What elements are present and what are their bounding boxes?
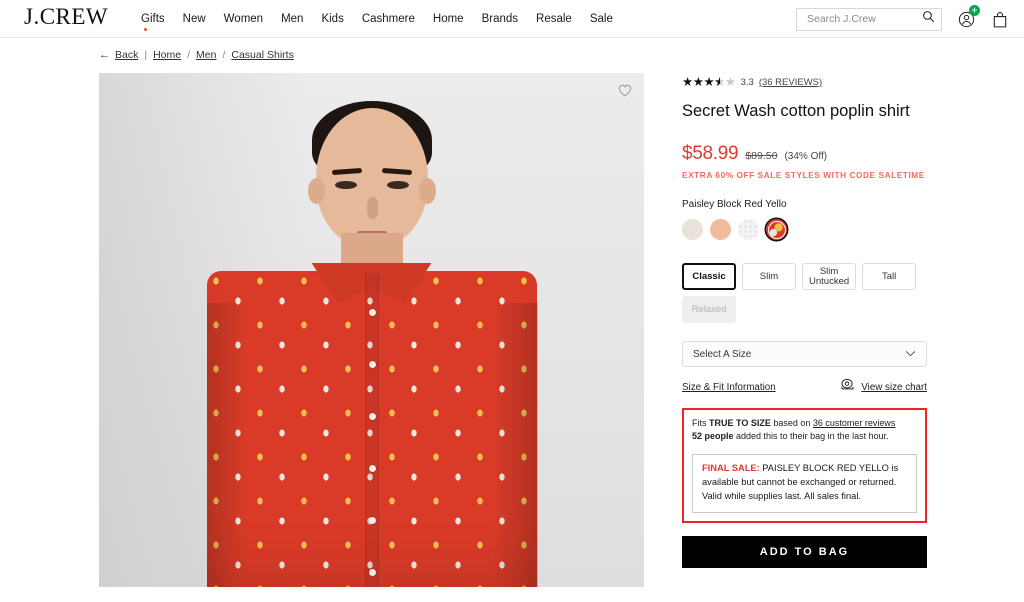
nav-item-kids[interactable]: Kids bbox=[320, 11, 344, 27]
shirt-button bbox=[368, 361, 376, 368]
add-to-bag-button[interactable]: ADD TO BAG bbox=[682, 536, 927, 569]
account-badge: + bbox=[969, 5, 980, 16]
nav-item-home[interactable]: Home bbox=[432, 11, 465, 27]
wishlist-heart-icon[interactable] bbox=[616, 81, 634, 99]
star-filled: ★ bbox=[682, 75, 693, 89]
final-sale-label: FINAL SALE: bbox=[702, 463, 760, 474]
nav-item-gifts[interactable]: Gifts bbox=[140, 11, 166, 31]
main-navigation: Gifts New Women Men Kids Cashmere Home B… bbox=[140, 0, 614, 38]
nav-item-resale[interactable]: Resale bbox=[535, 11, 573, 27]
promo-banner-text: EXTRA 60% OFF SALE STYLES WITH CODE SALE… bbox=[682, 170, 925, 181]
size-links-row: Size & Fit Information View size chart bbox=[682, 378, 927, 396]
product-photo bbox=[99, 73, 644, 587]
shirt-button bbox=[368, 413, 376, 420]
fit-option-tall[interactable]: Tall bbox=[862, 263, 917, 291]
shirt-shadow-right bbox=[491, 303, 538, 587]
model-eye-right bbox=[386, 181, 409, 189]
nav-item-new[interactable]: New bbox=[182, 11, 207, 27]
jcrew-logo[interactable]: J.CREW bbox=[24, 5, 108, 28]
urgency-count: 52 people bbox=[692, 431, 734, 442]
discount-percent: (34% Off) bbox=[784, 151, 828, 163]
size-fit-information-link[interactable]: Size & Fit Information bbox=[682, 382, 776, 393]
tape-measure-icon bbox=[839, 378, 856, 396]
chevron-down-icon bbox=[905, 349, 916, 360]
fit-note-middle: based on bbox=[770, 418, 813, 429]
color-swatch-list bbox=[682, 219, 927, 241]
rating-row: ★ ★ ★ ★★ ★ 3.3 (36 REVIEWS) bbox=[682, 76, 927, 89]
product-image-gallery[interactable] bbox=[99, 73, 644, 587]
model-nose bbox=[366, 197, 378, 219]
search-box[interactable] bbox=[796, 7, 942, 31]
search-icon[interactable] bbox=[922, 10, 935, 28]
color-swatch-cream[interactable] bbox=[682, 219, 703, 241]
breadcrumb-back[interactable]: Back bbox=[115, 49, 138, 61]
star-half: ★★ bbox=[714, 75, 725, 89]
shirt-button bbox=[368, 569, 376, 576]
shopping-bag-button[interactable] bbox=[990, 9, 1010, 29]
nav-item-cashmere[interactable]: Cashmere bbox=[361, 11, 416, 27]
size-select-label: Select A Size bbox=[693, 348, 752, 360]
star-empty: ★ bbox=[724, 75, 736, 89]
current-price: $58.99 bbox=[682, 143, 739, 165]
customer-reviews-link[interactable]: 36 customer reviews bbox=[813, 418, 896, 428]
model-head bbox=[315, 108, 428, 248]
nav-item-women[interactable]: Women bbox=[223, 11, 264, 27]
star-filled: ★ bbox=[703, 75, 715, 89]
fit-options-row: Classic Slim Slim Untucked Tall bbox=[682, 263, 927, 291]
fit-option-slim-untucked[interactable]: Slim Untucked bbox=[802, 263, 857, 291]
view-size-chart-label: View size chart bbox=[861, 381, 927, 393]
shirt-shadow-left bbox=[206, 303, 247, 587]
color-swatch-white-dot[interactable] bbox=[738, 219, 759, 241]
final-sale-notice: FINAL SALE: PAISLEY BLOCK RED YELLO is a… bbox=[692, 454, 917, 514]
page-title: Secret Wash cotton poplin shirt bbox=[682, 101, 910, 120]
price-row: $58.99 $89.50 (34% Off) bbox=[682, 143, 927, 165]
site-header: J.CREW Gifts New Women Men Kids Cashmere… bbox=[0, 0, 1024, 38]
fit-option-relaxed: Relaxed bbox=[682, 296, 736, 324]
shirt-button bbox=[368, 465, 376, 472]
size-select-dropdown[interactable]: Select A Size bbox=[682, 341, 927, 368]
breadcrumb-item-men[interactable]: Men bbox=[196, 49, 216, 61]
shirt-placket bbox=[364, 273, 379, 587]
color-swatch-peach[interactable] bbox=[710, 219, 731, 241]
breadcrumb-separator: / bbox=[222, 49, 226, 61]
original-price: $89.50 bbox=[745, 150, 778, 163]
breadcrumb: ← Back | Home / Men / Casual Shirts bbox=[0, 38, 1024, 61]
account-button[interactable]: + bbox=[956, 5, 980, 29]
urgency-note: 52 people added this to their bag in the… bbox=[692, 430, 917, 443]
nav-label: Gifts bbox=[141, 13, 165, 25]
fit-and-sale-alert-box: Fits TRUE TO SIZE based on 36 customer r… bbox=[682, 408, 927, 524]
fit-note-emphasis: TRUE TO SIZE bbox=[709, 418, 771, 429]
search-input[interactable] bbox=[805, 12, 922, 26]
fit-feedback-note: Fits TRUE TO SIZE based on 36 customer r… bbox=[692, 417, 917, 430]
model-ear-left bbox=[307, 178, 325, 204]
fit-option-classic[interactable]: Classic bbox=[682, 263, 736, 291]
nav-item-sale[interactable]: Sale bbox=[589, 11, 614, 27]
star-filled: ★ bbox=[692, 75, 704, 89]
rating-value: 3.3 bbox=[740, 76, 754, 88]
header-actions: + bbox=[796, 0, 1010, 38]
shirt-button bbox=[368, 517, 376, 524]
breadcrumb-divider: | bbox=[144, 49, 148, 61]
breadcrumb-item-home[interactable]: Home bbox=[153, 49, 181, 61]
model-eye-left bbox=[334, 181, 357, 189]
breadcrumb-separator: / bbox=[187, 49, 191, 61]
star-rating: ★ ★ ★ ★★ ★ bbox=[682, 76, 736, 89]
fit-option-slim[interactable]: Slim bbox=[742, 263, 796, 291]
selected-color-name: Paisley Block Red Yello bbox=[682, 199, 787, 211]
nav-item-men[interactable]: Men bbox=[280, 11, 304, 27]
new-indicator-dot bbox=[144, 28, 147, 31]
nav-item-brands[interactable]: Brands bbox=[481, 11, 519, 27]
view-size-chart-button[interactable]: View size chart bbox=[839, 378, 927, 396]
product-page-main: ★ ★ ★ ★★ ★ 3.3 (36 REVIEWS) Secret Wash … bbox=[0, 61, 1024, 587]
product-info-panel: ★ ★ ★ ★★ ★ 3.3 (36 REVIEWS) Secret Wash … bbox=[682, 73, 927, 587]
breadcrumb-item-casual-shirts[interactable]: Casual Shirts bbox=[231, 49, 293, 61]
back-arrow-icon: ← bbox=[99, 49, 110, 61]
reviews-link[interactable]: (36 REVIEWS) bbox=[759, 77, 822, 88]
fit-note-prefix: Fits bbox=[692, 418, 709, 429]
shirt-button bbox=[368, 309, 376, 316]
fit-options-row-secondary: Relaxed bbox=[682, 296, 927, 324]
color-swatch-paisley-block-red-yello[interactable] bbox=[766, 219, 787, 241]
urgency-text: added this to their bag in the last hour… bbox=[733, 431, 889, 442]
model-ear-right bbox=[418, 178, 436, 204]
